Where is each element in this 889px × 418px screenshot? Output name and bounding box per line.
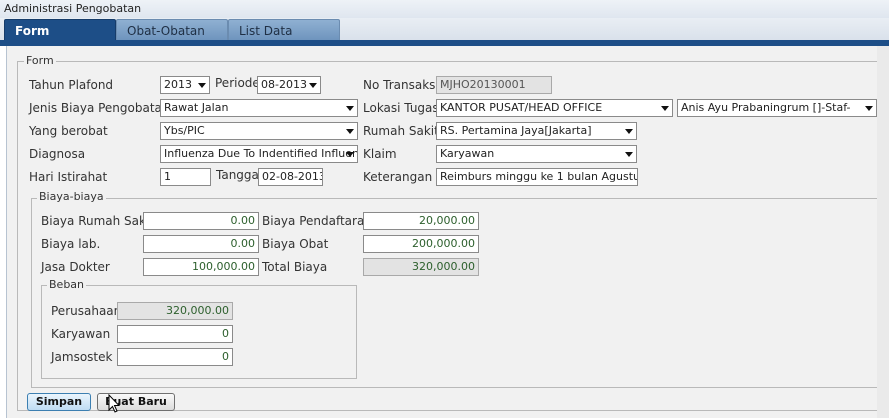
tahun-plafond-select[interactable]: 2013 (160, 76, 210, 94)
beban-legend: Beban (47, 278, 87, 291)
tab-obat-obatan[interactable]: Obat-Obatan (116, 19, 228, 41)
window-title: Administrasi Pengobatan (4, 2, 142, 15)
chevron-down-icon (661, 106, 669, 111)
keterangan-label: Keterangan (363, 170, 433, 184)
perusahaan-field: 320,000.00 (117, 302, 233, 320)
periode-value: 08-2013 (261, 78, 307, 91)
biaya-legend: Biaya-biaya (37, 190, 106, 203)
lokasi-tugas-select[interactable]: KANTOR PUSAT/HEAD OFFICE (436, 99, 673, 117)
form-panel: Form Tahun Plafond 2013 Periode 08-2013 … (6, 46, 889, 418)
klaim-select[interactable]: Karyawan (436, 145, 637, 163)
total-biaya-label: Total Biaya (262, 260, 328, 274)
biaya-rumah-sakit-field[interactable]: 0.00 (143, 212, 259, 230)
tahun-plafond-label: Tahun Plafond (29, 78, 114, 92)
diagnosa-select[interactable]: Influenza Due To Indentified Influenza (160, 145, 358, 163)
jamsostek-label: Jamsostek (51, 350, 113, 364)
pegawai-select[interactable]: Anis Ayu Prabaningrum []-Staf- (677, 99, 877, 117)
jenis-biaya-label: Jenis Biaya Pengobatan (29, 101, 170, 115)
chevron-down-icon (309, 83, 317, 88)
lokasi-tugas-label: Lokasi Tugas (363, 101, 439, 115)
klaim-value: Karyawan (440, 147, 495, 160)
perusahaan-label: Perusahaan (51, 304, 122, 318)
karyawan-field[interactable]: 0 (117, 325, 233, 343)
jenis-biaya-value: Rawat Jalan (164, 101, 229, 114)
biaya-obat-label: Biaya Obat (262, 237, 329, 251)
window-titlebar: Administrasi Pengobatan (0, 0, 889, 18)
biaya-pendaftaran-field[interactable]: 20,000.00 (363, 212, 479, 230)
pegawai-value: Anis Ayu Prabaningrum []-Staf- (681, 101, 851, 114)
no-transaksi-field[interactable]: MJHO20130001 (436, 76, 552, 94)
karyawan-label: Karyawan (51, 327, 111, 341)
biaya-lab-field[interactable]: 0.00 (143, 235, 259, 253)
tanggal-field[interactable]: 02-08-2013 (258, 168, 323, 186)
periode-select[interactable]: 08-2013 (257, 76, 321, 94)
yang-berobat-label: Yang berobat (29, 124, 108, 138)
chevron-down-icon (625, 129, 633, 134)
form-legend: Form (24, 54, 56, 67)
chevron-down-icon (625, 152, 633, 157)
jamsostek-field[interactable]: 0 (117, 348, 233, 366)
chevron-down-icon (346, 152, 354, 157)
keterangan-field[interactable]: Reimburs minggu ke 1 bulan Agustus (436, 168, 638, 186)
biaya-rumah-sakit-label: Biaya Rumah Sakit (41, 214, 155, 228)
diagnosa-value: Influenza Due To Indentified Influenza (164, 147, 358, 160)
periode-label: Periode (215, 76, 260, 90)
tab-list-data[interactable]: List Data (228, 19, 340, 41)
biaya-lab-label: Biaya lab. (41, 237, 101, 251)
yang-berobat-value: Ybs/PIC (164, 124, 205, 137)
chevron-down-icon (346, 129, 354, 134)
tahun-plafond-value: 2013 (164, 78, 192, 91)
mouse-pointer-icon (108, 394, 120, 413)
tanggal-label: Tanggal (216, 168, 263, 182)
diagnosa-label: Diagnosa (29, 147, 86, 161)
hari-istirahat-label: Hari Istirahat (29, 170, 108, 184)
simpan-button[interactable]: Simpan (27, 393, 91, 411)
vertical-scrollbar[interactable] (877, 46, 889, 418)
rumah-sakit-select[interactable]: RS. Pertamina Jaya[Jakarta] (436, 122, 637, 140)
jenis-biaya-select[interactable]: Rawat Jalan (160, 99, 358, 117)
chevron-down-icon (198, 83, 206, 88)
chevron-down-icon (865, 106, 873, 111)
biaya-pendaftaran-label: Biaya Pendaftaran (262, 214, 372, 228)
hari-istirahat-field[interactable]: 1 (160, 168, 211, 186)
rumah-sakit-value: RS. Pertamina Jaya[Jakarta] (440, 124, 592, 137)
biaya-obat-field[interactable]: 200,000.00 (363, 235, 479, 253)
rumah-sakit-label: Rumah Sakit (363, 124, 439, 138)
no-transaksi-label: No Transaksi (363, 78, 439, 92)
jasa-dokter-field[interactable]: 100,000.00 (143, 258, 259, 276)
tab-form[interactable]: Form (4, 19, 116, 41)
yang-berobat-select[interactable]: Ybs/PIC (160, 122, 358, 140)
chevron-down-icon (346, 106, 354, 111)
klaim-label: Klaim (363, 147, 397, 161)
jasa-dokter-label: Jasa Dokter (41, 260, 110, 274)
lokasi-tugas-value: KANTOR PUSAT/HEAD OFFICE (440, 101, 603, 114)
total-biaya-field: 320,000.00 (363, 258, 479, 276)
